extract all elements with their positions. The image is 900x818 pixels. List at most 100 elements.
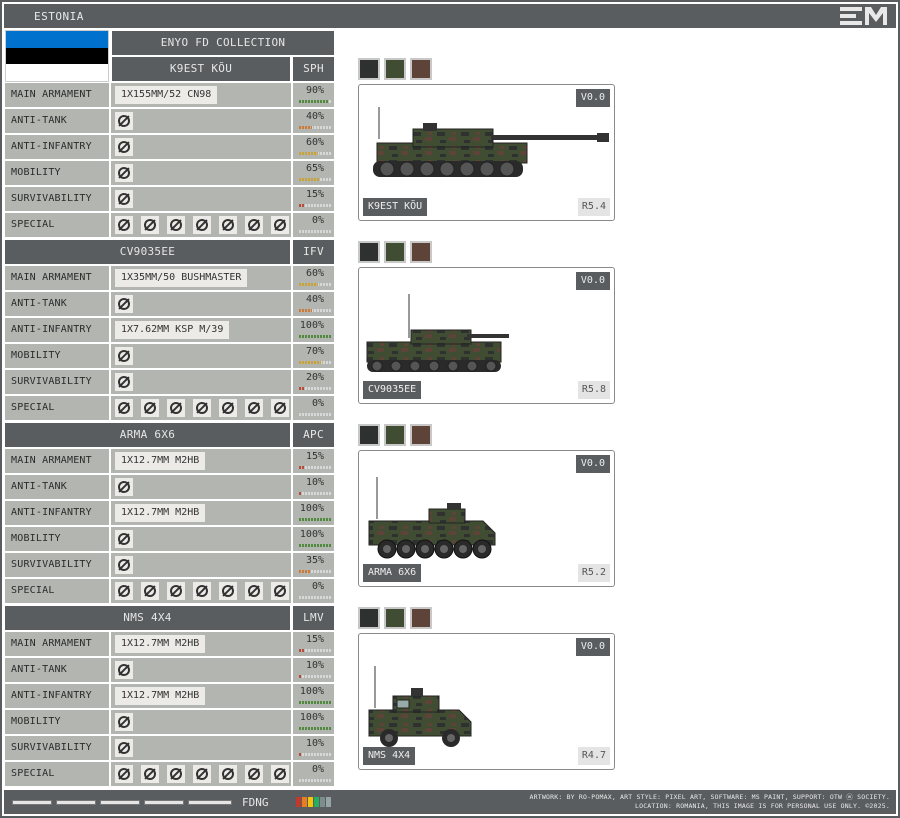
none-icon: [167, 216, 185, 234]
stat-percent-value: 65%: [305, 163, 324, 174]
stat-bar-fill: [299, 283, 318, 286]
camo-swatch: [410, 607, 432, 629]
none-icon: [115, 373, 133, 391]
stat-label: SPECIAL: [5, 396, 109, 420]
none-icon: [115, 478, 133, 496]
stat-percent: 40%: [293, 109, 334, 133]
none-icon: [115, 164, 133, 182]
stat-percent: 35%: [293, 553, 334, 577]
color-code-icon: [296, 797, 331, 807]
stat-percent: 90%: [293, 83, 334, 107]
stat-bar-fill: [299, 492, 302, 495]
stat-label: MAIN ARMAMENT: [5, 83, 109, 107]
stat-percent-value: 0%: [311, 215, 324, 226]
none-icon: [271, 216, 289, 234]
stat-bar-fill: [299, 387, 305, 390]
stat-bar-fill: [299, 544, 331, 547]
camo-swatch: [358, 241, 380, 263]
footer-bar-segment: [144, 800, 184, 805]
stat-detail: [111, 396, 291, 420]
stat-percent-value: 60%: [305, 137, 324, 148]
footer-bar-segment: [188, 800, 232, 805]
rating-label: R5.4: [577, 198, 610, 216]
stat-detail: [111, 579, 291, 603]
stat-percent: 0%: [293, 762, 334, 786]
stat-percent: 40%: [293, 292, 334, 316]
camo-swatch: [410, 241, 432, 263]
none-icon: [271, 399, 289, 417]
none-icon: [271, 582, 289, 600]
stat-row-anti-tank: ANTI-TANK 10%: [5, 475, 334, 499]
none-icon: [167, 765, 185, 783]
camo-swatch: [384, 241, 406, 263]
stat-bar-track: [299, 492, 331, 495]
stat-label: MOBILITY: [5, 527, 109, 551]
none-icon: [141, 582, 159, 600]
none-icon: [115, 713, 133, 731]
camo-swatch: [358, 607, 380, 629]
stat-percent: 0%: [293, 396, 334, 420]
stat-label: ANTI-INFANTRY: [5, 501, 109, 525]
none-icon: [219, 216, 237, 234]
stat-detail: [111, 475, 291, 499]
stat-row-special: SPECIAL 0%: [5, 579, 334, 603]
none-icon: [115, 190, 133, 208]
stat-bar-fill: [299, 100, 328, 103]
stat-row-special: SPECIAL 0%: [5, 762, 334, 786]
stat-label: SURVIVABILITY: [5, 187, 109, 211]
footer-bar-segment: [100, 800, 140, 805]
stat-bar-fill: [299, 675, 302, 678]
collection-title: ENYO FD COLLECTION: [112, 31, 334, 55]
stat-percent-value: 35%: [305, 555, 324, 566]
stat-percent-value: 15%: [305, 189, 324, 200]
none-icon: [167, 399, 185, 417]
stat-percent: 100%: [293, 501, 334, 525]
none-icon: [115, 295, 133, 313]
none-icon: [115, 138, 133, 156]
stat-label: ANTI-TANK: [5, 109, 109, 133]
vehicle-name-badge: CV9035EE: [363, 381, 422, 399]
stat-label: ANTI-INFANTRY: [5, 318, 109, 342]
vehicle-role-header: LMV: [293, 606, 334, 630]
none-icon: [115, 399, 133, 417]
stat-row-anti-tank: ANTI-TANK 40%: [5, 109, 334, 133]
none-icon: [245, 765, 263, 783]
stat-detail: 1X12.7MM M2HB: [111, 501, 291, 525]
stat-row-survivability: SURVIVABILITY 10%: [5, 736, 334, 760]
stat-percent: 10%: [293, 736, 334, 760]
stat-row-special: SPECIAL 0%: [5, 213, 334, 237]
stat-label: SPECIAL: [5, 579, 109, 603]
stat-label: MOBILITY: [5, 710, 109, 734]
stat-detail: 1X12.7MM M2HB: [111, 632, 291, 656]
none-icon: [271, 765, 289, 783]
stat-detail: 1X12.7MM M2HB: [111, 684, 291, 708]
footer-bar: FDNG ARTWORK: BY RO-POMAX, ART STYLE: PI…: [4, 790, 896, 814]
weapon-chip: 1X12.7MM M2HB: [115, 452, 206, 470]
footer-bar-segment: [12, 800, 52, 805]
stat-row-anti-infantry: ANTI-INFANTRY 1X12.7MM M2HB 100%: [5, 684, 334, 708]
none-icon: [115, 347, 133, 365]
stat-percent: 100%: [293, 527, 334, 551]
none-icon: [141, 765, 159, 783]
stat-row-special: SPECIAL 0%: [5, 396, 334, 420]
rating-label: R5.2: [577, 564, 610, 582]
stat-row-mobility: MOBILITY 100%: [5, 527, 334, 551]
stat-row-anti-tank: ANTI-TANK 40%: [5, 292, 334, 316]
stat-percent-value: 70%: [305, 346, 324, 357]
none-icon: [193, 582, 211, 600]
stat-percent: 100%: [293, 710, 334, 734]
stat-detail: [111, 187, 291, 211]
stat-percent-value: 40%: [305, 111, 324, 122]
stat-row-main-armament: MAIN ARMAMENT 1X12.7MM M2HB 15%: [5, 632, 334, 656]
none-icon: [167, 582, 185, 600]
stat-detail: [111, 762, 291, 786]
stat-bar-fill: [299, 701, 331, 704]
stat-bar-fill: [299, 753, 302, 756]
none-icon: [245, 216, 263, 234]
footer-code: FDNG: [242, 796, 269, 809]
stat-bar-track: [299, 413, 331, 416]
stat-bar-fill: [299, 204, 304, 207]
top-bar: ESTONIA: [4, 4, 896, 28]
stat-label: SURVIVABILITY: [5, 553, 109, 577]
stat-percent-value: 100%: [299, 529, 324, 540]
